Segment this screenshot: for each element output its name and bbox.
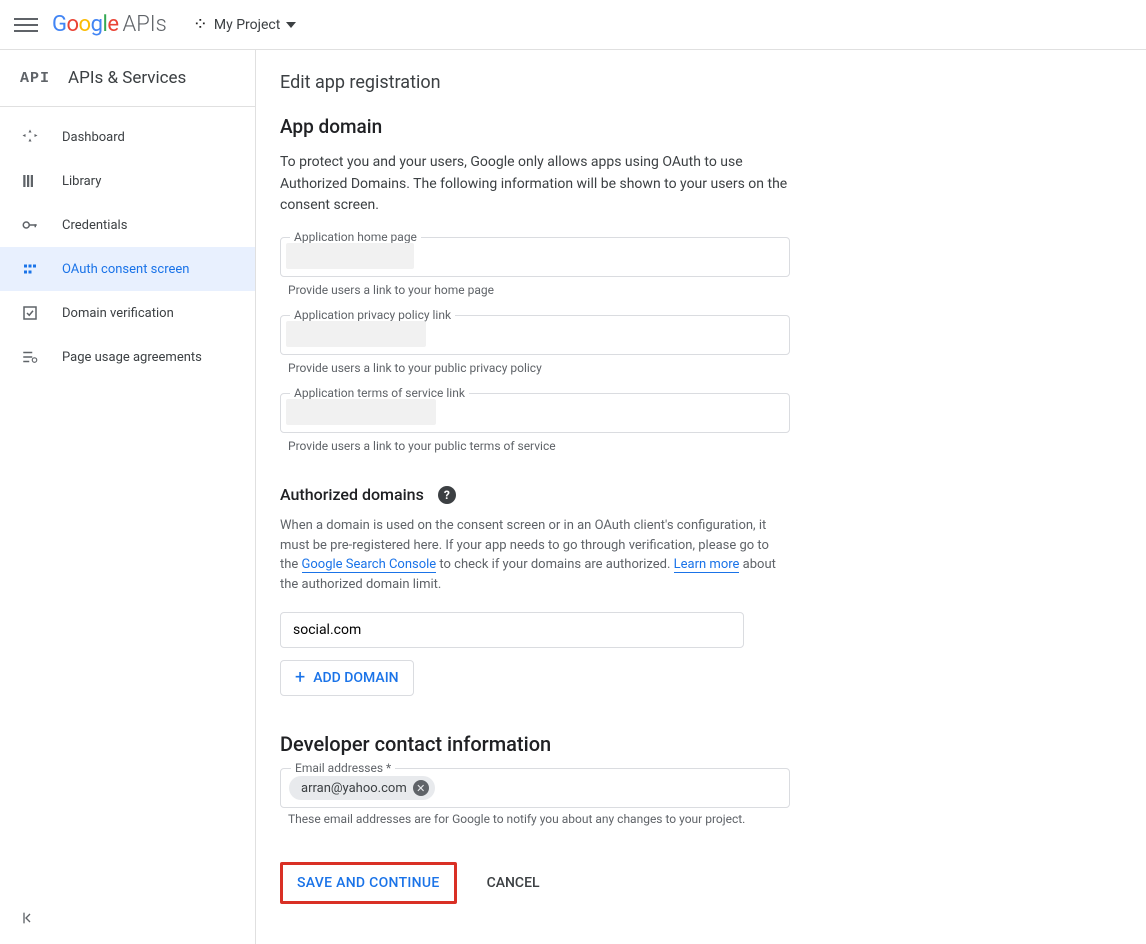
- save-and-continue-button[interactable]: SAVE AND CONTINUE: [283, 865, 454, 901]
- top-bar: Google APIs ⁘ My Project: [0, 0, 1146, 50]
- redacted-value: [286, 399, 436, 425]
- email-chip-text: arran@yahoo.com: [301, 781, 407, 796]
- sidebar-title: APIs & Services: [68, 68, 186, 88]
- authorized-domain-input[interactable]: [280, 612, 744, 648]
- library-icon: [20, 171, 40, 191]
- sidebar-item-library[interactable]: Library: [0, 159, 255, 203]
- redacted-value: [286, 321, 426, 347]
- field-label: Application privacy policy link: [290, 308, 455, 322]
- field-help: Provide users a link to your public term…: [288, 439, 1076, 453]
- sidebar-item-label: Page usage agreements: [62, 350, 202, 365]
- search-console-link[interactable]: Google Search Console: [302, 557, 437, 573]
- remove-chip-icon[interactable]: ✕: [413, 780, 429, 796]
- field-label: Email addresses *: [291, 761, 395, 775]
- field-label: Application terms of service link: [290, 386, 469, 400]
- dashboard-icon: [20, 127, 40, 147]
- redacted-value: [286, 243, 414, 269]
- field-help: These email addresses are for Google to …: [288, 812, 1076, 826]
- privacy-field: Application privacy policy link: [280, 315, 1076, 355]
- cancel-button[interactable]: CANCEL: [479, 865, 548, 901]
- sidebar-item-label: Credentials: [62, 218, 127, 233]
- sidebar-item-label: OAuth consent screen: [62, 262, 189, 277]
- sidebar-item-dashboard[interactable]: Dashboard: [0, 115, 255, 159]
- app-domain-heading: App domain: [280, 115, 1076, 138]
- app-domain-description: To protect you and your users, Google on…: [280, 152, 790, 217]
- terms-field: Application terms of service link: [280, 393, 1076, 433]
- field-label: Application home page: [290, 230, 421, 244]
- field-help: Provide users a link to your public priv…: [288, 361, 1076, 375]
- sidebar-nav: Dashboard Library Credentials OAuth cons…: [0, 107, 255, 379]
- sidebar-header: API APIs & Services: [0, 50, 255, 107]
- sidebar-item-page-usage[interactable]: Page usage agreements: [0, 335, 255, 379]
- authorized-domains-heading: Authorized domains: [280, 485, 424, 504]
- highlight-annotation: SAVE AND CONTINUE: [280, 862, 457, 904]
- help-icon[interactable]: ?: [438, 486, 456, 504]
- sidebar-item-oauth-consent[interactable]: OAuth consent screen: [0, 247, 255, 291]
- collapse-sidebar-button[interactable]: [0, 896, 255, 944]
- sidebar: API APIs & Services Dashboard Library Cr…: [0, 50, 256, 944]
- form-actions: SAVE AND CONTINUE CANCEL: [280, 862, 1076, 904]
- consent-icon: [20, 259, 40, 279]
- authorized-domains-description: When a domain is used on the consent scr…: [280, 516, 790, 594]
- field-help: Provide users a link to your home page: [288, 283, 1076, 297]
- main-content: Edit app registration App domain To prot…: [256, 50, 1076, 944]
- add-domain-button[interactable]: + ADD DOMAIN: [280, 660, 414, 696]
- project-name: My Project: [214, 17, 280, 33]
- home-page-field: Application home page: [280, 237, 1076, 277]
- agreement-icon: [20, 347, 40, 367]
- email-chip: arran@yahoo.com ✕: [289, 776, 435, 800]
- chevron-left-icon: [20, 910, 36, 926]
- check-box-icon: [20, 303, 40, 323]
- sidebar-item-label: Library: [62, 174, 101, 189]
- project-dots-icon: ⁘: [193, 16, 208, 34]
- sidebar-item-domain-verification[interactable]: Domain verification: [0, 291, 255, 335]
- email-addresses-field[interactable]: Email addresses * arran@yahoo.com ✕: [280, 768, 790, 808]
- api-logo-icon: API: [20, 70, 50, 87]
- plus-icon: +: [295, 669, 305, 687]
- key-icon: [20, 215, 40, 235]
- google-apis-logo[interactable]: Google APIs: [52, 12, 167, 37]
- sidebar-item-credentials[interactable]: Credentials: [0, 203, 255, 247]
- page-title: Edit app registration: [280, 72, 1076, 93]
- add-domain-label: ADD DOMAIN: [313, 670, 398, 686]
- chevron-down-icon: [286, 22, 296, 28]
- sidebar-item-label: Dashboard: [62, 130, 125, 145]
- sidebar-item-label: Domain verification: [62, 306, 174, 321]
- learn-more-link[interactable]: Learn more: [674, 557, 740, 573]
- project-selector[interactable]: ⁘ My Project: [193, 16, 297, 34]
- developer-contact-heading: Developer contact information: [280, 732, 1076, 756]
- menu-icon[interactable]: [14, 13, 38, 37]
